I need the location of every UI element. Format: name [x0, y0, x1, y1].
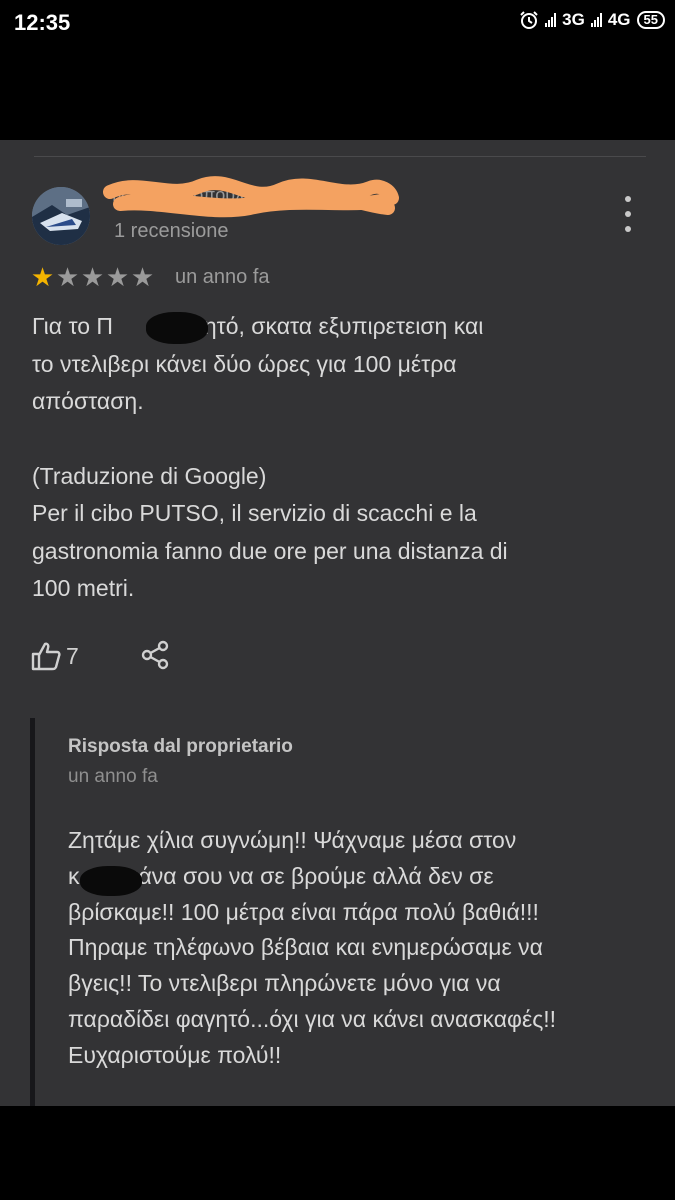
star-rating: ★ ★ ★ ★ ★ — [30, 263, 155, 291]
review-line: Για το Π φαγητό, σκατα εξυπιρετειση και — [32, 313, 484, 339]
reply-line: παραδίδει φαγητό...όχι για να κάνει ανασ… — [68, 1005, 557, 1032]
thumbs-up-icon[interactable] — [30, 640, 62, 672]
status-time: 12:35 — [14, 10, 71, 35]
signal-icon — [590, 13, 602, 27]
network-type-1: 3G — [562, 10, 585, 29]
alarm-icon — [520, 11, 538, 29]
translation-line: gastronomia fanno due ore per una distan… — [32, 537, 508, 564]
like-count: 7 — [66, 643, 79, 669]
translation-label: (Traduzione di Google) — [32, 462, 267, 489]
reply-line: βγεις!! Το ντελιβερι πληρώνετε μόνο για … — [68, 970, 501, 997]
avatar[interactable] — [32, 187, 90, 245]
network-type-2: 4G — [607, 10, 631, 29]
reply-line: βρίσκαμε!! 100 μέτρα είναι πάρα πολύ βαθ… — [68, 898, 539, 925]
review-count[interactable]: 1 recensione — [114, 220, 229, 243]
avatar-image — [32, 187, 90, 245]
reply-line: Πηραμε τηλέφωνο βέβαια και ενημερώσαμε ν… — [68, 934, 543, 961]
redaction-blob — [146, 312, 208, 344]
review-line: απόσταση. — [32, 388, 144, 414]
review-text: Για το Π φαγητό, σκατα εξυπιρετειση και … — [32, 308, 642, 608]
review-line: το ντελιβερι κάνει δύο ώρες για 100 μέτρ… — [32, 350, 457, 377]
star-empty-icon: ★ — [130, 262, 155, 292]
translation-line: Per il cibo PUTSO, il servizio di scacch… — [32, 500, 477, 526]
status-bar: 12:35 3G 4G 55 — [0, 0, 675, 48]
star-empty-icon: ★ — [80, 262, 105, 292]
divider — [34, 156, 646, 157]
reply-line: κ τής μάνα σου να σε βρούμε αλλά δεν σε — [68, 862, 494, 889]
reply-time: un anno fa — [68, 766, 158, 787]
translation-line: 100 metri. — [32, 575, 135, 601]
status-icons: 3G 4G 55 — [519, 10, 665, 30]
battery-icon: 55 — [636, 11, 665, 29]
signal-icon — [545, 13, 557, 27]
redaction-blob — [80, 866, 142, 896]
reply-title: Risposta dal proprietario — [68, 736, 293, 757]
share-icon[interactable] — [140, 640, 170, 670]
owner-reply: Risposta dal proprietario un anno fa Ζητ… — [30, 718, 650, 1106]
review-time: un anno fa — [175, 266, 270, 288]
star-filled-icon: ★ — [30, 262, 55, 292]
reply-line: Ζητάμε χίλια συγνώμη!! Ψάχναμε μέσα στον — [68, 827, 517, 853]
reply-text: Ζητάμε χίλια συγνώμη!! Ψάχναμε μέσα στον… — [68, 823, 648, 1074]
star-empty-icon: ★ — [105, 262, 130, 292]
star-empty-icon: ★ — [55, 262, 80, 292]
more-options-icon[interactable] — [615, 196, 641, 232]
bottom-bar — [0, 1106, 675, 1200]
reply-line: Ευχαριστούμε πολύ!! — [68, 1041, 282, 1068]
